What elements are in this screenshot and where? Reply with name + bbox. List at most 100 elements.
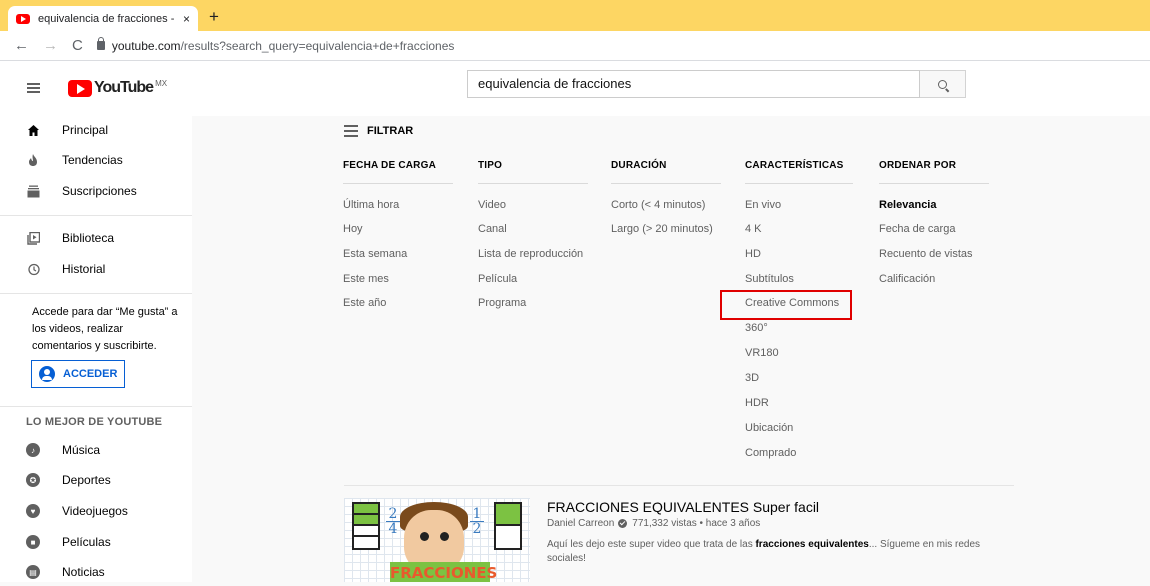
filter-option-4k[interactable]: 4 K	[745, 223, 762, 235]
forward-arrow-icon[interactable]: →	[43, 37, 58, 54]
filter-header-type: TIPO	[478, 160, 503, 171]
sidebar-item-label: Videojuegos	[62, 504, 128, 518]
signin-button-label: ACCEDER	[63, 368, 118, 380]
filter-option-this-week[interactable]: Esta semana	[343, 248, 407, 260]
fraction-left-numerator: 2	[386, 507, 400, 522]
filter-option-channel[interactable]: Canal	[478, 223, 507, 235]
filter-divider	[611, 183, 721, 184]
filter-header-duration: DURACIÓN	[611, 160, 667, 171]
video-description: Aquí les dejo este super video que trata…	[547, 539, 981, 564]
channel-name-link[interactable]: Daniel Carreon	[547, 518, 614, 529]
sidebar-item-musica[interactable]: ♪ Música	[0, 436, 192, 464]
filter-option-location[interactable]: Ubicación	[745, 422, 793, 434]
subscriptions-icon	[26, 184, 40, 198]
reload-icon[interactable]: C	[72, 37, 83, 54]
annotation-highlight-box	[720, 290, 852, 320]
character-eye	[420, 532, 429, 541]
tab-title: equivalencia de fracciones - YouTube	[38, 12, 177, 25]
character-eye	[440, 532, 449, 541]
sort-option-relevance[interactable]: Relevancia	[879, 199, 936, 211]
sidebar: Principal Tendencias Suscripciones Bibli…	[0, 116, 192, 582]
url-field[interactable]: youtube.com/results?search_query=equival…	[96, 37, 454, 53]
filter-divider	[879, 183, 989, 184]
video-thumbnail[interactable]: 2 4 1 2 FRACCIONES	[344, 498, 530, 582]
results-divider	[344, 485, 1014, 486]
filter-option-video[interactable]: Video	[478, 199, 506, 211]
filter-divider	[343, 183, 453, 184]
sort-option-upload-date[interactable]: Fecha de carga	[879, 223, 955, 235]
sidebar-item-historial[interactable]: Historial	[0, 255, 192, 283]
library-icon	[26, 231, 40, 245]
url-host: youtube.com	[111, 38, 181, 53]
fraction-bar-left	[352, 502, 380, 550]
signin-button[interactable]: ACCEDER	[31, 360, 125, 388]
verified-check-icon	[618, 519, 628, 528]
gaming-icon: ♥	[26, 504, 40, 518]
play-logo-icon	[68, 79, 92, 97]
sidebar-item-videojuegos[interactable]: ♥ Videojuegos	[0, 497, 192, 525]
search-input[interactable]: equivalencia de fracciones	[467, 70, 920, 98]
sidebar-divider	[0, 215, 192, 216]
filter-title: FILTRAR	[367, 125, 414, 137]
new-tab-button[interactable]: +	[209, 7, 219, 27]
fraction-right-denominator: 2	[472, 521, 482, 537]
filter-header-features: CARACTERÍSTICAS	[745, 160, 844, 171]
sort-option-view-count[interactable]: Recuento de vistas	[879, 248, 973, 260]
history-icon	[26, 262, 40, 276]
filter-option-3d[interactable]: 3D	[745, 372, 759, 384]
sidebar-item-label: Biblioteca	[62, 231, 115, 245]
filter-option-hd[interactable]: HD	[745, 248, 761, 260]
filter-option-vr180[interactable]: VR180	[745, 347, 779, 359]
sidebar-item-biblioteca[interactable]: Biblioteca	[0, 224, 192, 252]
filter-toggle[interactable]: FILTRAR	[344, 125, 413, 137]
browser-tabbar: equivalencia de fracciones - YouTube × +	[0, 0, 1150, 31]
close-tab-icon[interactable]: ×	[183, 12, 190, 26]
filter-option-360[interactable]: 360°	[745, 322, 768, 334]
hamburger-menu-icon[interactable]	[27, 83, 40, 93]
filter-option-this-month[interactable]: Este mes	[343, 273, 389, 285]
fraction-left-denominator: 4	[388, 521, 398, 537]
filter-option-movie[interactable]: Película	[478, 273, 517, 285]
sort-option-rating[interactable]: Calificación	[879, 273, 935, 285]
masthead: YouTube MX equivalencia de fracciones	[0, 61, 1150, 116]
filter-option-hdr[interactable]: HDR	[745, 397, 769, 409]
sidebar-item-tendencias[interactable]: Tendencias	[0, 146, 192, 174]
sidebar-item-label: Historial	[62, 262, 106, 276]
video-meta: Daniel Carreon 771,332 vistas • hace 3 a…	[547, 518, 760, 529]
sidebar-item-peliculas[interactable]: ■ Películas	[0, 528, 192, 556]
sidebar-item-label: Tendencias	[62, 153, 123, 167]
home-icon	[26, 123, 40, 137]
filter-option-show[interactable]: Programa	[478, 297, 526, 309]
browser-tab[interactable]: equivalencia de fracciones - YouTube ×	[8, 6, 198, 31]
sidebar-divider	[0, 406, 192, 407]
sidebar-item-suscripciones[interactable]: Suscripciones	[0, 177, 192, 205]
filter-option-subtitles[interactable]: Subtítulos	[745, 273, 794, 285]
views-and-age: 771,332 vistas • hace 3 años	[632, 518, 761, 529]
filter-option-purchased[interactable]: Comprado	[745, 447, 796, 459]
search-button[interactable]	[920, 70, 966, 98]
video-title-link[interactable]: FRACCIONES EQUIVALENTES Super facil	[547, 499, 819, 515]
filter-option-live[interactable]: En vivo	[745, 199, 781, 211]
filter-option-last-hour[interactable]: Última hora	[343, 199, 399, 211]
movies-icon: ■	[26, 535, 40, 549]
filter-option-today[interactable]: Hoy	[343, 223, 363, 235]
sidebar-item-label: Música	[62, 443, 101, 457]
filter-option-short[interactable]: Corto (< 4 minutos)	[611, 199, 705, 211]
filter-header-upload-date: FECHA DE CARGA	[343, 160, 436, 171]
filter-divider	[745, 183, 853, 184]
search-icon	[938, 79, 947, 89]
thumbnail-title-text: FRACCIONES	[390, 562, 497, 582]
filter-option-playlist[interactable]: Lista de reproducción	[478, 248, 583, 260]
sidebar-item-deportes[interactable]: ✪ Deportes	[0, 466, 192, 494]
sidebar-item-label: Suscripciones	[62, 184, 137, 198]
filter-header-sort-by: ORDENAR POR	[879, 160, 957, 171]
filter-option-long[interactable]: Largo (> 20 minutos)	[611, 223, 713, 235]
youtube-logo[interactable]: YouTube MX	[68, 79, 167, 97]
lock-icon	[96, 37, 105, 50]
back-arrow-icon[interactable]: ←	[14, 37, 29, 54]
sidebar-item-principal[interactable]: Principal	[0, 116, 192, 144]
sidebar-item-label: Deportes	[62, 473, 111, 487]
logo-country: MX	[155, 78, 168, 88]
sidebar-item-label: Noticias	[62, 565, 105, 579]
filter-option-this-year[interactable]: Este año	[343, 297, 386, 309]
